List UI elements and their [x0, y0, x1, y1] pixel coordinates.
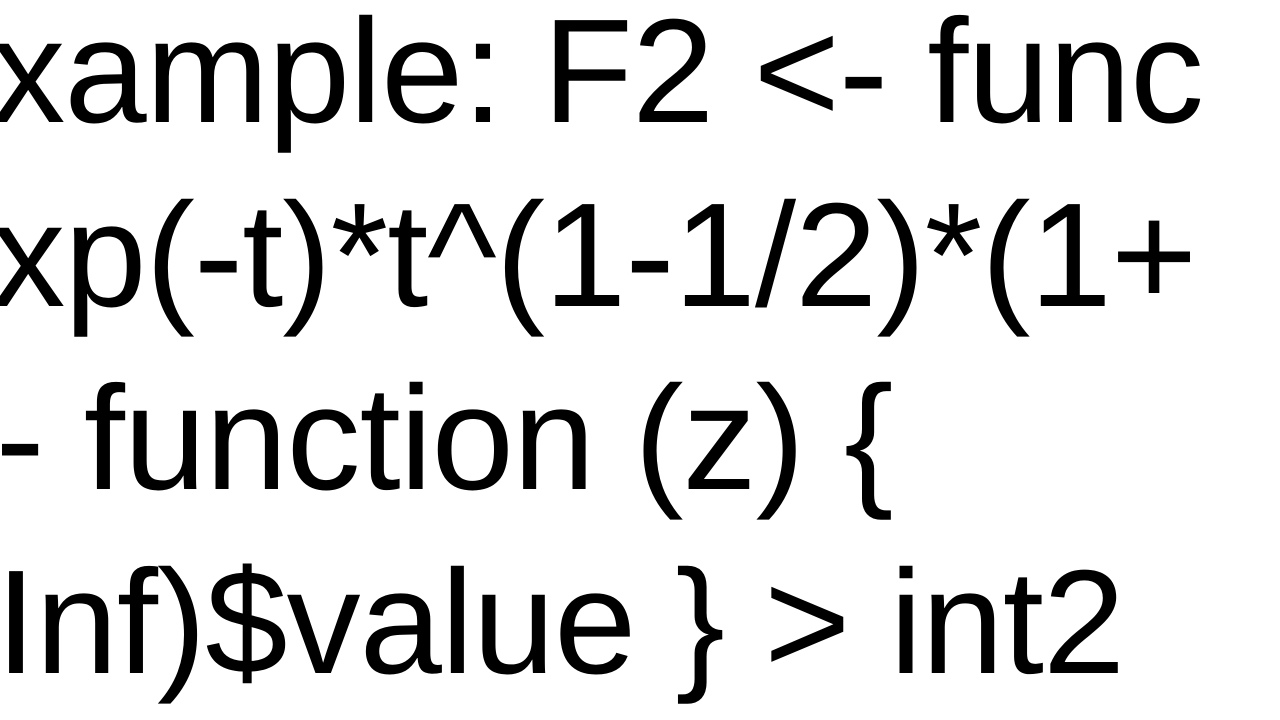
viewport: example: F2 <- func exp(-t)*t^(1-1/2)*(1…	[0, 0, 1280, 720]
code-line-2: exp(-t)*t^(1-1/2)*(1+	[0, 164, 1203, 348]
code-line-3: <- function (z) {	[0, 347, 1203, 531]
code-text-block: example: F2 <- func exp(-t)*t^(1-1/2)*(1…	[0, 0, 1203, 714]
code-line-4: =Inf)$value } > int2	[0, 531, 1203, 715]
code-line-1: example: F2 <- func	[0, 0, 1203, 164]
